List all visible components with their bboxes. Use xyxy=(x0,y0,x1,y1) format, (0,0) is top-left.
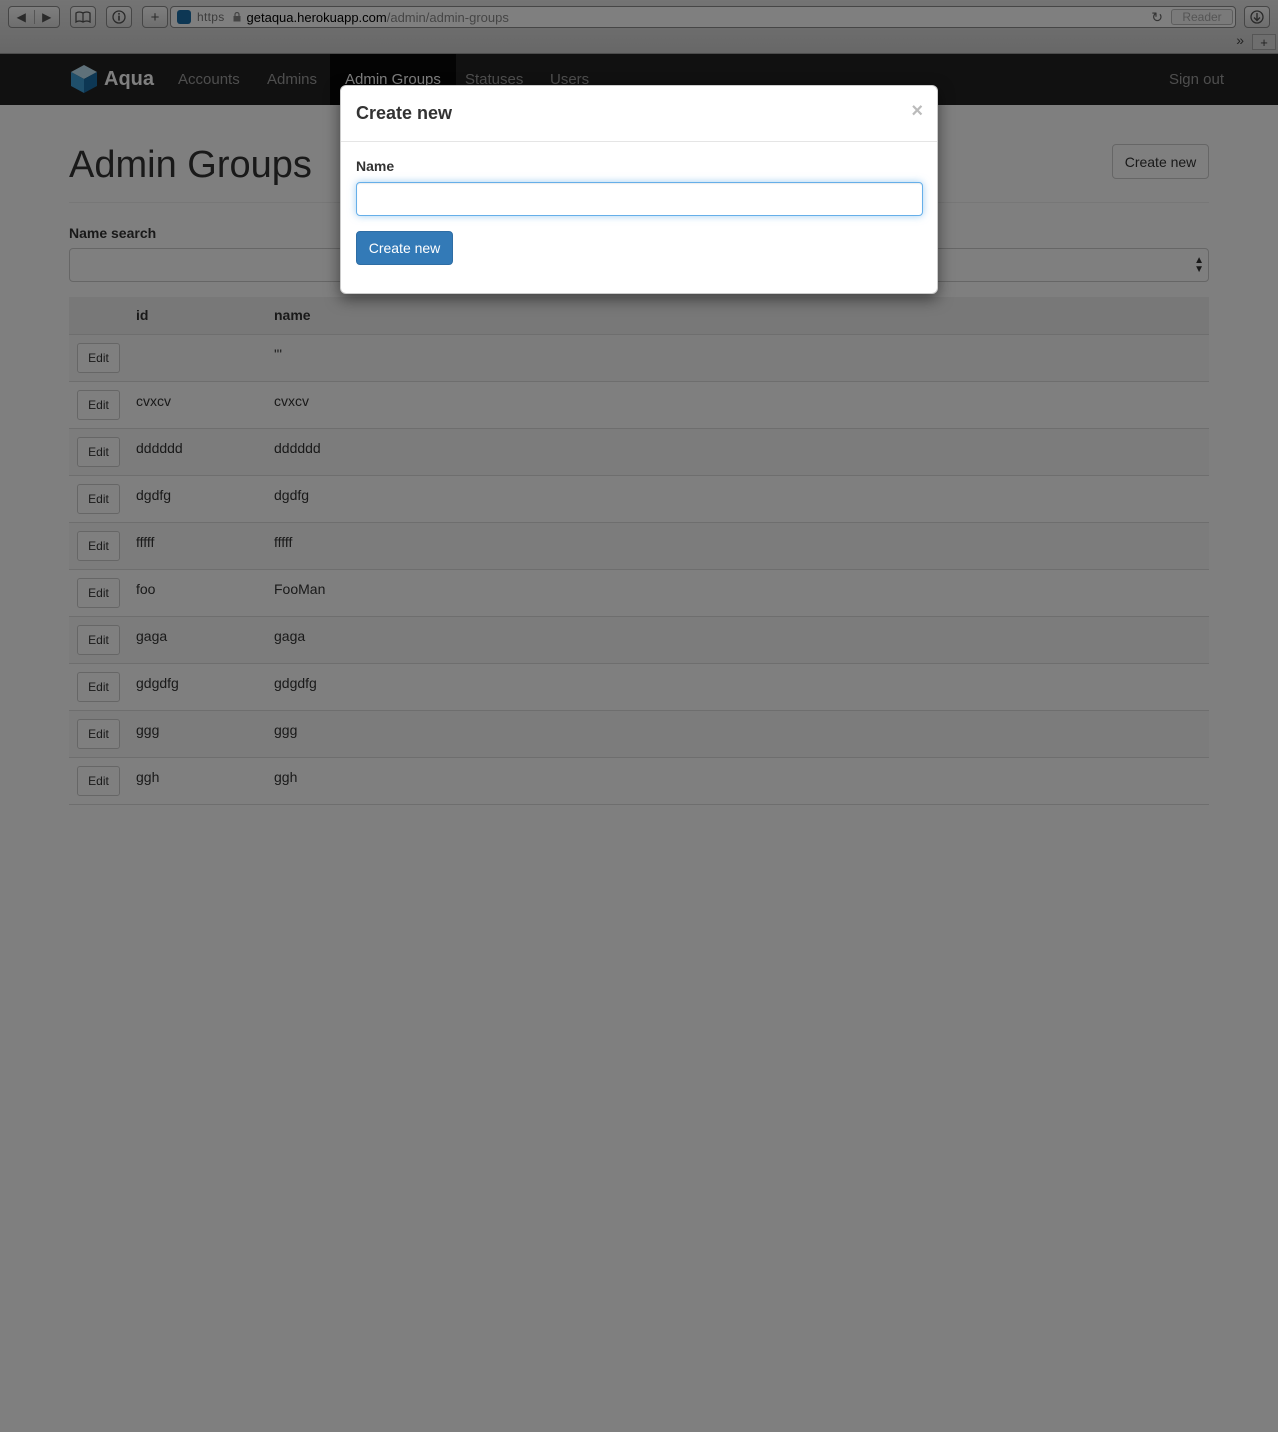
name-label: Name xyxy=(356,158,395,174)
create-new-modal: Create new × Name Create new xyxy=(340,85,938,294)
name-input[interactable] xyxy=(356,182,923,216)
modal-header: Create new × xyxy=(341,86,937,142)
modal-title: Create new xyxy=(356,103,453,123)
modal-create-button[interactable]: Create new xyxy=(356,231,453,265)
close-icon[interactable]: × xyxy=(911,100,923,123)
